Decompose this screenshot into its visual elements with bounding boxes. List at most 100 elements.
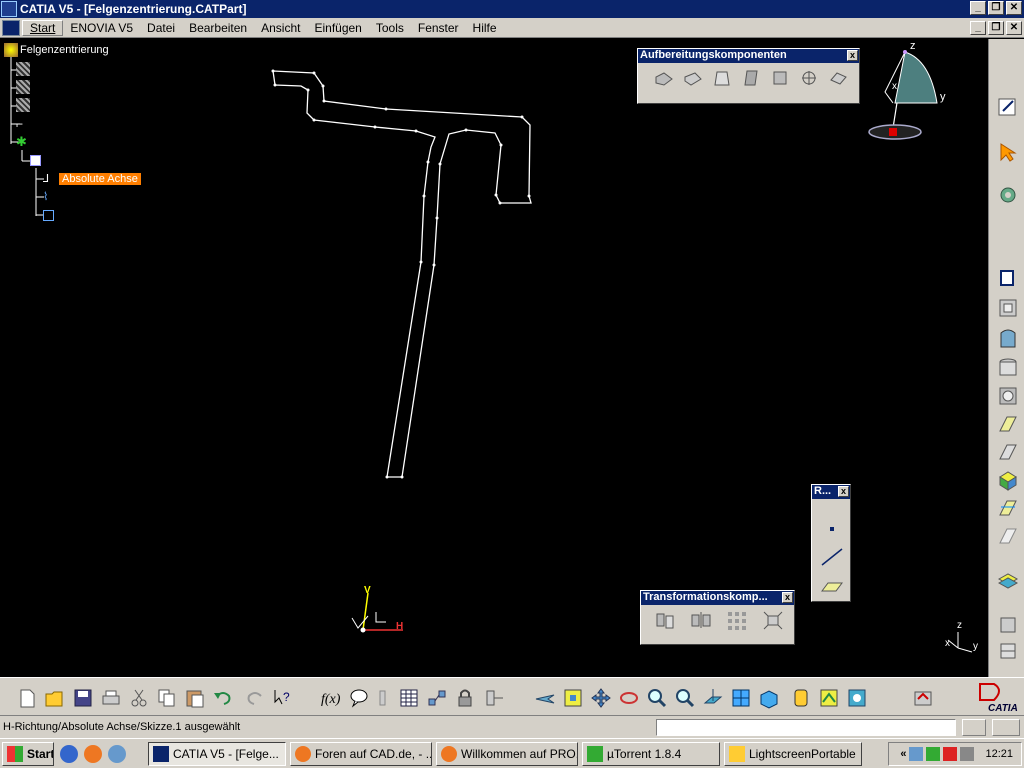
toolbar-title[interactable]: R... x [812,485,850,499]
gear-icon[interactable] [997,184,1019,206]
lock-icon[interactable] [454,687,476,709]
point-icon[interactable] [820,519,844,542]
shading-icon[interactable] [790,687,812,709]
layer-surface-icon[interactable] [997,569,1019,591]
command-input[interactable] [656,719,956,736]
catalog-icon[interactable] [426,687,448,709]
menu-ansicht[interactable]: Ansicht [254,21,307,35]
measure-icon[interactable] [997,614,1019,636]
shell-icon[interactable] [739,67,763,89]
fly-mode-icon[interactable] [534,687,556,709]
menu-hilfe[interactable]: Hilfe [466,21,504,35]
document-icon[interactable] [2,19,20,36]
toolbar-title[interactable]: Transformationskomp... x [641,591,794,605]
copy-icon[interactable] [156,687,178,709]
start-button[interactable]: Start [2,742,54,766]
fit-all-icon[interactable] [562,687,584,709]
translate-icon[interactable] [653,609,677,631]
chamfer-icon[interactable] [681,67,705,89]
formula-icon[interactable]: f(x) [320,687,342,709]
knowledge-inspector-icon[interactable] [372,687,394,709]
tree-item-main-body[interactable]: ✱ Hauptkörper [16,134,93,150]
open-icon[interactable] [44,687,66,709]
table-icon[interactable] [398,687,420,709]
relations-icon[interactable] [484,687,506,709]
utorrent-tray-icon[interactable] [926,747,941,761]
menu-einfuegen[interactable]: Einfügen [307,21,368,35]
menu-enovia[interactable]: ENOVIA V5 [63,21,140,35]
multi-section-icon[interactable] [997,469,1019,491]
volume-icon[interactable] [960,747,975,761]
analysis-icon[interactable] [997,640,1019,662]
plane-tool-icon[interactable] [820,577,844,600]
menu-tools[interactable]: Tools [369,21,411,35]
pocket-icon[interactable] [997,297,1019,319]
task-catia[interactable]: CATIA V5 - [Felge... [148,742,286,766]
new-icon[interactable] [16,687,38,709]
symmetry-icon[interactable] [689,609,713,631]
menu-datei[interactable]: Datei [140,21,182,35]
toolbar-close-button[interactable]: x [847,50,858,61]
tree-root[interactable]: Felgenzentrierung [4,42,109,58]
rotate-icon[interactable] [618,687,640,709]
swap-visible-icon[interactable] [846,687,868,709]
knowledge-advisor-icon[interactable] [348,687,370,709]
multi-view-icon[interactable] [730,687,752,709]
redo-icon[interactable] [244,687,266,709]
remove-face-icon[interactable] [826,67,850,89]
thick-surface-icon[interactable] [997,525,1019,547]
tree-item-geometry[interactable]: ⌇ Geometrie [43,189,110,205]
menu-fenster[interactable]: Fenster [411,21,466,35]
tree-item-yz-plane[interactable]: yz-Ebene [16,79,78,95]
status-button-2[interactable] [992,719,1020,736]
slot-icon[interactable] [997,413,1019,435]
tree-item-zx-plane[interactable]: zx-Ebene [16,97,78,113]
scaling-icon[interactable] [761,609,785,631]
thread-icon[interactable] [797,67,821,89]
doc-minimize-button[interactable]: _ [970,21,986,35]
task-utorrent[interactable]: µTorrent 1.8.4 [582,742,720,766]
toolbar-title[interactable]: Aufbereitungskomponenten x [638,49,859,63]
hide-show-icon[interactable] [818,687,840,709]
split-icon[interactable] [997,497,1019,519]
draft-icon[interactable] [710,67,734,89]
normal-view-icon[interactable] [702,687,724,709]
pan-icon[interactable] [590,687,612,709]
tray-expand-icon[interactable]: « [900,748,906,760]
pad-icon[interactable] [997,267,1019,289]
whats-this-icon[interactable]: ? [272,687,294,709]
undo-icon[interactable] [212,687,234,709]
thickness-icon[interactable] [768,67,792,89]
fillet-icon[interactable] [652,67,676,89]
save-icon[interactable] [72,687,94,709]
tree-item-constraints[interactable]: Bedingungen [43,207,121,223]
tree-item-axis-systems[interactable]: ⌐ Achsensysteme [16,116,110,132]
sketcher-icon[interactable] [997,95,1019,117]
cut-icon[interactable] [128,687,150,709]
menu-bearbeiten[interactable]: Bearbeiten [182,21,254,35]
shaft-icon[interactable] [997,329,1019,351]
paste-icon[interactable] [184,687,206,709]
rib-icon[interactable] [997,385,1019,407]
tree-item-xy-plane[interactable]: xy-Ebene [16,61,78,77]
menu-start[interactable]: Start [22,19,64,36]
update-icon[interactable] [912,687,934,709]
toolbar-close-button[interactable]: x [782,592,793,603]
hole-icon[interactable] [997,357,1019,379]
line-icon[interactable] [820,547,844,570]
doc-close-button[interactable]: ✕ [1006,21,1022,35]
tree-item-sketch[interactable]: Skizze.1 [30,152,85,168]
print-icon[interactable] [100,687,122,709]
close-button[interactable]: ✕ [1006,1,1022,15]
antivirus-icon[interactable] [943,747,958,761]
toolbar-close-button[interactable]: x [838,486,849,497]
restore-button[interactable]: ❐ [988,1,1004,15]
iso-view-icon[interactable] [758,687,780,709]
tree-item-absolute-axis[interactable]: ⅃ Absolute Achse [43,171,141,187]
doc-restore-button[interactable]: ❐ [988,21,1004,35]
stiffener-icon[interactable] [997,441,1019,463]
task-willkommen[interactable]: Willkommen auf PRO... [436,742,578,766]
task-lightscreen[interactable]: LightscreenPortable [724,742,862,766]
zoom-out-icon[interactable] [674,687,696,709]
zoom-in-icon[interactable] [646,687,668,709]
